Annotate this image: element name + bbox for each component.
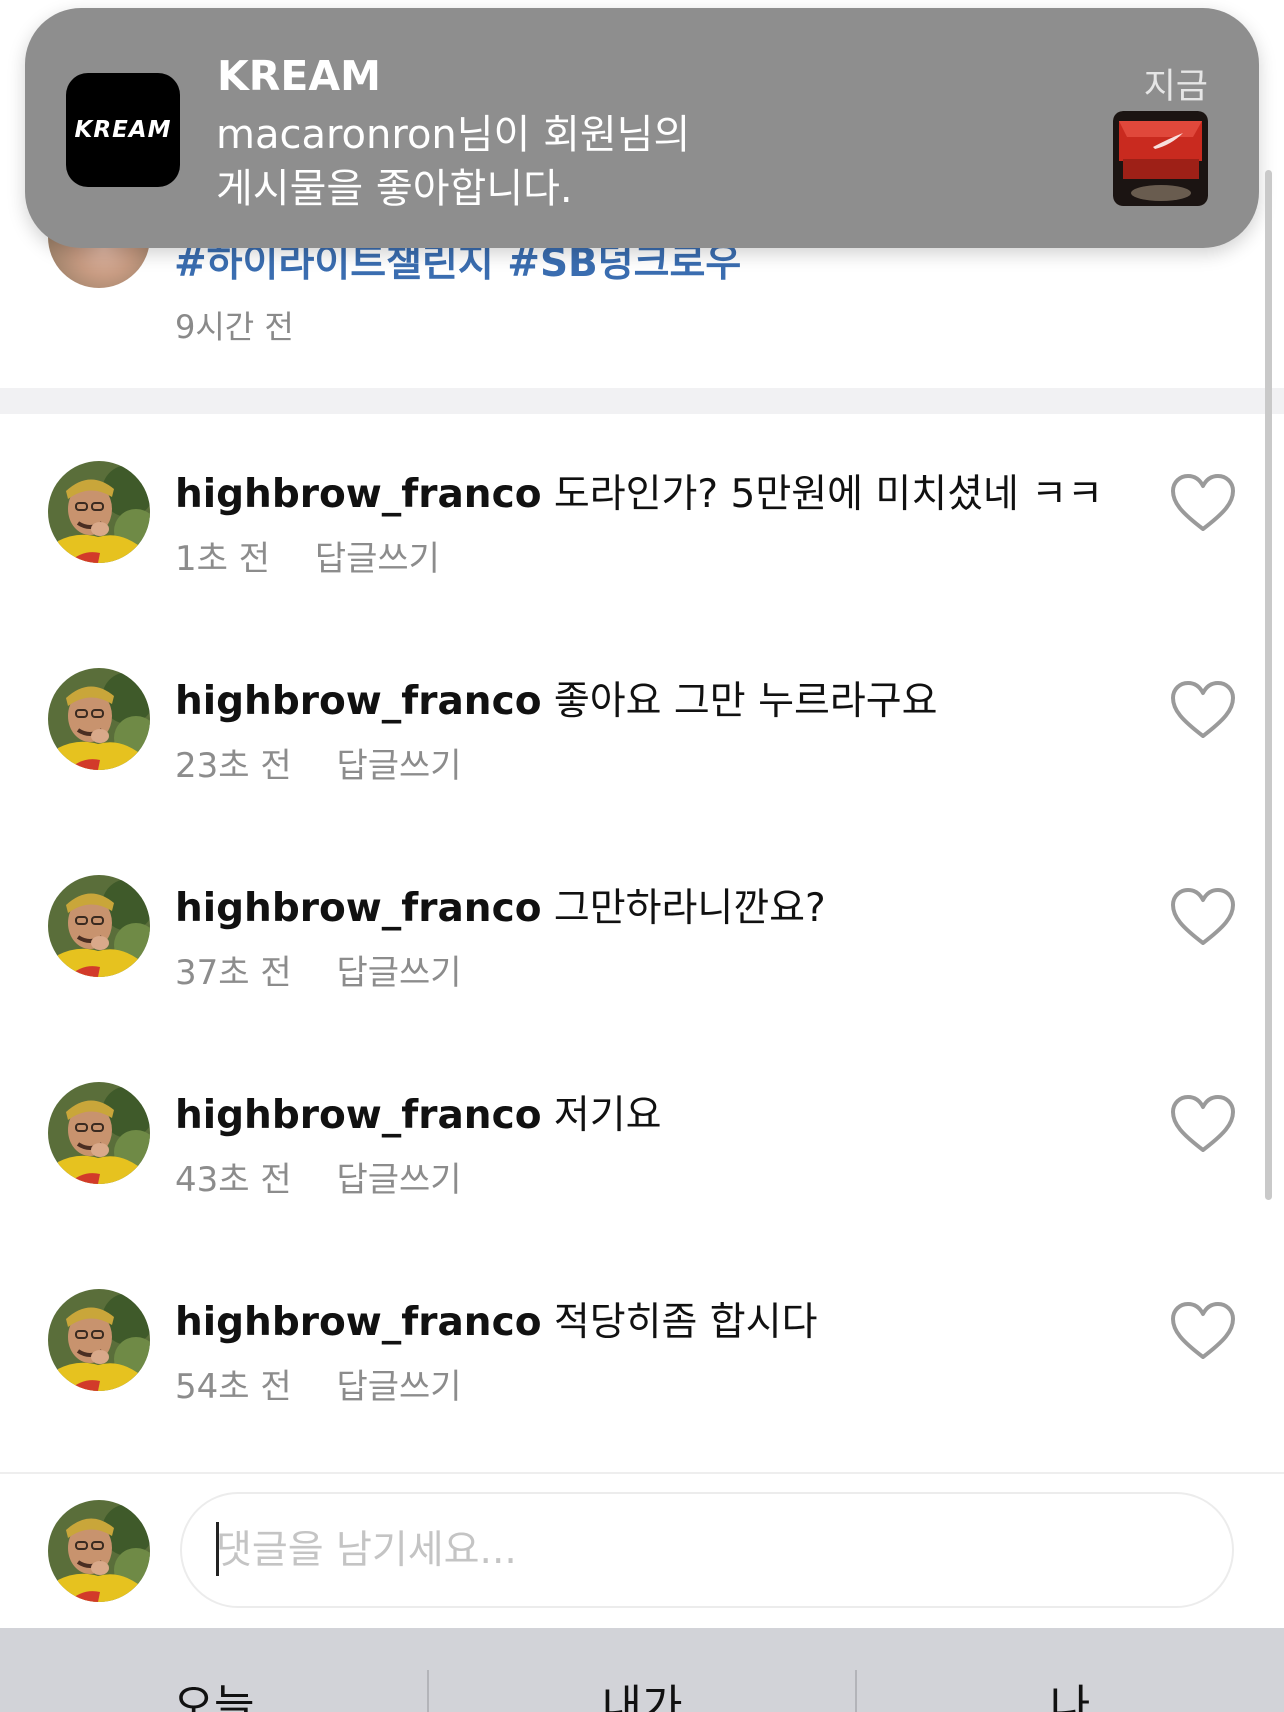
push-notification-banner[interactable]: KREAM KREAM macaronron님이 회원님의 게시물을 좋아합니다… bbox=[25, 8, 1259, 248]
comment-meta: 54초 전 답글쓰기 bbox=[175, 1359, 462, 1408]
like-heart-icon[interactable] bbox=[1170, 473, 1236, 533]
like-heart-icon[interactable] bbox=[1170, 680, 1236, 740]
reply-button[interactable]: 답글쓰기 bbox=[336, 1367, 461, 1407]
comment-time: 54초 전 bbox=[175, 1367, 292, 1407]
comment-body: highbrow_franco 저기요 bbox=[175, 1084, 662, 1140]
post-timestamp: 9시간 전 bbox=[175, 308, 294, 346]
notification-time: 지금 bbox=[1143, 67, 1208, 107]
commenter-avatar[interactable] bbox=[48, 875, 150, 977]
comment-time: 43초 전 bbox=[175, 1160, 292, 1200]
current-user-avatar bbox=[48, 1500, 150, 1602]
comment-meta: 43초 전 답글쓰기 bbox=[175, 1152, 462, 1201]
comment-meta: 23초 전 답글쓰기 bbox=[175, 738, 462, 787]
comment-body: highbrow_franco 그만하라니깐요? bbox=[175, 877, 826, 933]
comment-body: highbrow_franco 좋아요 그만 누르라구요 bbox=[175, 670, 938, 726]
like-heart-icon[interactable] bbox=[1170, 887, 1236, 947]
comment-item: highbrow_franco 도라인가? 5만원에 미치셨네 ㅋㅋ 1초 전 … bbox=[0, 461, 1284, 611]
comment-text: 저기요 bbox=[553, 1093, 662, 1138]
notification-message-line2: 게시물을 좋아합니다. bbox=[216, 166, 573, 212]
reply-button[interactable]: 답글쓰기 bbox=[336, 1160, 461, 1200]
comment-text: 그만하라니깐요? bbox=[553, 886, 826, 931]
comment-input[interactable] bbox=[180, 1492, 1234, 1608]
commenter-avatar[interactable] bbox=[48, 1289, 150, 1391]
suggestion-item[interactable]: 나 bbox=[856, 1670, 1284, 1712]
comment-body: highbrow_franco 적당히좀 합시다 bbox=[175, 1291, 817, 1347]
suggestion-item[interactable]: 내가 bbox=[428, 1670, 856, 1712]
comment-time: 1초 전 bbox=[175, 539, 270, 579]
comment-compose-bar bbox=[0, 1472, 1284, 1630]
kream-app-icon: KREAM bbox=[66, 73, 180, 187]
keyboard-suggestion-bar: 오늘 내가 나 bbox=[0, 1628, 1284, 1712]
app-icon-label: KREAM bbox=[74, 117, 172, 143]
comment-username[interactable]: highbrow_franco bbox=[175, 472, 541, 517]
reply-button[interactable]: 답글쓰기 bbox=[336, 953, 461, 993]
notification-message: macaronron님이 회원님의 게시물을 좋아합니다. bbox=[216, 108, 916, 216]
text-cursor bbox=[216, 1522, 219, 1576]
commenter-avatar[interactable] bbox=[48, 461, 150, 563]
comment-username[interactable]: highbrow_franco bbox=[175, 886, 541, 931]
comment-username[interactable]: highbrow_franco bbox=[175, 1093, 541, 1138]
comment-text: 적당히좀 합시다 bbox=[553, 1300, 818, 1345]
comment-item: highbrow_franco 적당히좀 합시다 54초 전 답글쓰기 bbox=[0, 1289, 1284, 1439]
notification-app-name: KREAM bbox=[217, 52, 381, 100]
comment-time: 23초 전 bbox=[175, 746, 292, 786]
like-heart-icon[interactable] bbox=[1170, 1094, 1236, 1154]
comment-body: highbrow_franco 도라인가? 5만원에 미치셨네 ㅋㅋ bbox=[175, 463, 1103, 519]
comment-meta: 1초 전 답글쓰기 bbox=[175, 531, 440, 580]
section-divider bbox=[0, 388, 1284, 414]
notification-message-line1: macaronron님이 회원님의 bbox=[216, 112, 691, 158]
comment-username[interactable]: highbrow_franco bbox=[175, 1300, 541, 1345]
comment-text: 도라인가? 5만원에 미치셨네 ㅋㅋ bbox=[553, 472, 1104, 517]
comment-item: highbrow_franco 저기요 43초 전 답글쓰기 bbox=[0, 1082, 1284, 1232]
commenter-avatar[interactable] bbox=[48, 1082, 150, 1184]
comment-text: 좋아요 그만 누르라구요 bbox=[553, 679, 938, 724]
sneaker-box-thumbnail-icon bbox=[1113, 111, 1208, 206]
comment-item: highbrow_franco 그만하라니깐요? 37초 전 답글쓰기 bbox=[0, 875, 1284, 1025]
commenter-avatar[interactable] bbox=[48, 668, 150, 770]
suggestion-item[interactable]: 오늘 bbox=[0, 1670, 428, 1712]
reply-button[interactable]: 답글쓰기 bbox=[315, 539, 440, 579]
comment-item: highbrow_franco 좋아요 그만 누르라구요 23초 전 답글쓰기 bbox=[0, 668, 1284, 818]
like-heart-icon[interactable] bbox=[1170, 1301, 1236, 1361]
reply-button[interactable]: 답글쓰기 bbox=[336, 746, 461, 786]
comment-meta: 37초 전 답글쓰기 bbox=[175, 945, 462, 994]
comment-time: 37초 전 bbox=[175, 953, 292, 993]
comments-screen: #하이라이트챌린지 #SB덩크로우 9시간 전 KREAM KREAM maca… bbox=[0, 0, 1284, 1712]
comment-username[interactable]: highbrow_franco bbox=[175, 679, 541, 724]
